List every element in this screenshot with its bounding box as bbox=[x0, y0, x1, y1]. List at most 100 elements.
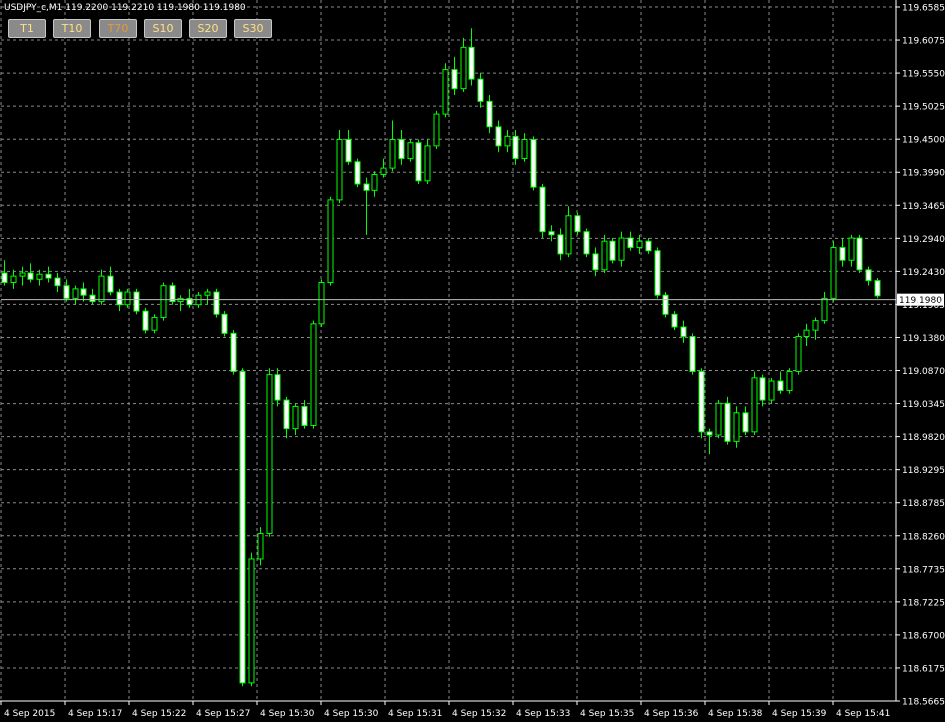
bear-candle-body bbox=[856, 237, 863, 271]
bull-candle-body bbox=[98, 275, 105, 303]
bear-candle-body bbox=[27, 272, 34, 280]
candle bbox=[557, 228, 564, 261]
candle bbox=[706, 428, 713, 455]
bull-candle-body bbox=[751, 377, 758, 433]
candle bbox=[618, 231, 625, 267]
price-tick-label: 118.7735 bbox=[902, 565, 945, 575]
candle bbox=[142, 307, 149, 334]
candle bbox=[751, 371, 758, 436]
candle bbox=[680, 320, 687, 343]
bear-candle-body bbox=[759, 377, 766, 401]
price-tick-label: 118.6175 bbox=[902, 664, 945, 674]
bull-candle-body bbox=[257, 533, 264, 560]
bear-candle-body bbox=[724, 402, 731, 442]
s10-button[interactable]: S10 bbox=[144, 19, 182, 38]
bull-candle-body bbox=[380, 167, 387, 175]
price-tick-label: 119.3990 bbox=[902, 169, 945, 179]
candle bbox=[654, 247, 661, 299]
candle bbox=[27, 263, 34, 283]
t10-button[interactable]: T10 bbox=[53, 19, 91, 38]
candle bbox=[777, 371, 784, 394]
price-axis[interactable]: 119.6585 119.6075 119.5550 119.5025 119.4500… bbox=[895, 0, 945, 708]
candle bbox=[424, 139, 431, 184]
bear-candle-body bbox=[680, 326, 687, 338]
bear-candle-body bbox=[221, 313, 228, 334]
candle bbox=[724, 396, 731, 445]
price-tick-label: 118.8260 bbox=[902, 532, 945, 542]
candle bbox=[398, 129, 405, 165]
price-tick-label: 119.3465 bbox=[902, 202, 945, 212]
time-tick-label: 4 Sep 15:33 bbox=[516, 709, 570, 719]
candle bbox=[407, 139, 414, 162]
price-tick-label: 119.6585 bbox=[902, 4, 945, 14]
candle bbox=[839, 238, 846, 267]
t70-button[interactable]: T70 bbox=[99, 19, 137, 38]
bull-candle-body bbox=[19, 272, 26, 277]
bear-candle-body bbox=[283, 399, 290, 430]
price-tick-label: 119.1905 bbox=[902, 301, 945, 311]
time-tick-label: 4 Sep 15:31 bbox=[388, 709, 442, 719]
candle bbox=[221, 311, 228, 337]
time-axis[interactable]: 4 Sep 2015 4 Sep 15:17 4 Sep 15:22 4 Sep 15… bbox=[0, 700, 896, 719]
candle bbox=[856, 234, 863, 273]
chart-window[interactable]: 119.1980 119.6585 119.6075 119.5550 119.502… bbox=[0, 0, 945, 722]
candle bbox=[442, 63, 449, 118]
bull-candle-body bbox=[460, 46, 467, 90]
candle bbox=[504, 129, 511, 153]
bear-candle-body bbox=[116, 291, 123, 306]
bear-candle-body bbox=[698, 370, 705, 433]
price-tick-label: 118.9820 bbox=[902, 433, 945, 443]
candle bbox=[371, 171, 378, 197]
candle bbox=[45, 266, 52, 283]
bull-candle-body bbox=[521, 139, 528, 160]
bear-candle-body bbox=[592, 253, 599, 271]
bull-candle-body bbox=[618, 237, 625, 261]
bull-candle-body bbox=[768, 380, 775, 401]
candle bbox=[848, 234, 855, 267]
candle bbox=[521, 133, 528, 162]
bear-candle-body bbox=[495, 126, 502, 147]
s30-button[interactable]: S30 bbox=[234, 19, 272, 38]
bear-candle-body bbox=[354, 161, 361, 185]
bull-candle-body bbox=[821, 297, 828, 322]
ohlc-values: 119.2200 119.2210 119.1980 119.1980 bbox=[65, 3, 246, 13]
candle bbox=[601, 234, 608, 273]
price-tick-label: 119.2430 bbox=[902, 268, 945, 278]
candle bbox=[389, 120, 396, 172]
candle bbox=[698, 368, 705, 439]
price-tick-label: 119.2940 bbox=[902, 235, 945, 245]
candle bbox=[495, 120, 502, 153]
bear-candle-body bbox=[627, 237, 634, 249]
bear-candle-body bbox=[662, 294, 669, 315]
candle bbox=[318, 279, 325, 327]
candle bbox=[230, 330, 237, 375]
candle bbox=[327, 196, 334, 286]
s20-button[interactable]: S20 bbox=[189, 19, 227, 38]
candle bbox=[292, 403, 299, 436]
price-tick-label: 119.1380 bbox=[902, 334, 945, 344]
time-tick-label: 4 Sep 15:27 bbox=[196, 709, 250, 719]
symbol-info: USDJPY_c,M1 119.2200 119.2210 119.1980 1… bbox=[4, 3, 246, 13]
bear-candle-body bbox=[539, 186, 546, 233]
t1-button[interactable]: T1 bbox=[8, 19, 46, 38]
bull-candle-body bbox=[72, 288, 79, 299]
candle bbox=[204, 288, 211, 305]
candle bbox=[460, 37, 467, 92]
price-tick-label: 118.5665 bbox=[902, 698, 945, 708]
candle bbox=[742, 406, 749, 436]
price-tick-label: 119.0870 bbox=[902, 367, 945, 377]
candle bbox=[169, 282, 176, 305]
candle bbox=[477, 72, 484, 108]
bear-candle-body bbox=[45, 273, 52, 279]
candle bbox=[54, 272, 61, 293]
bear-candle-body bbox=[239, 370, 246, 684]
bear-candle-body bbox=[63, 285, 70, 299]
bear-candle-body bbox=[742, 412, 749, 433]
bear-candle-body bbox=[345, 139, 352, 163]
candle bbox=[274, 368, 281, 407]
candle bbox=[186, 288, 193, 308]
candle bbox=[786, 368, 793, 394]
candle bbox=[645, 238, 652, 254]
price-chart[interactable]: 119.1980 119.6585 119.6075 119.5550 119.502… bbox=[0, 0, 945, 722]
candle bbox=[865, 266, 872, 286]
